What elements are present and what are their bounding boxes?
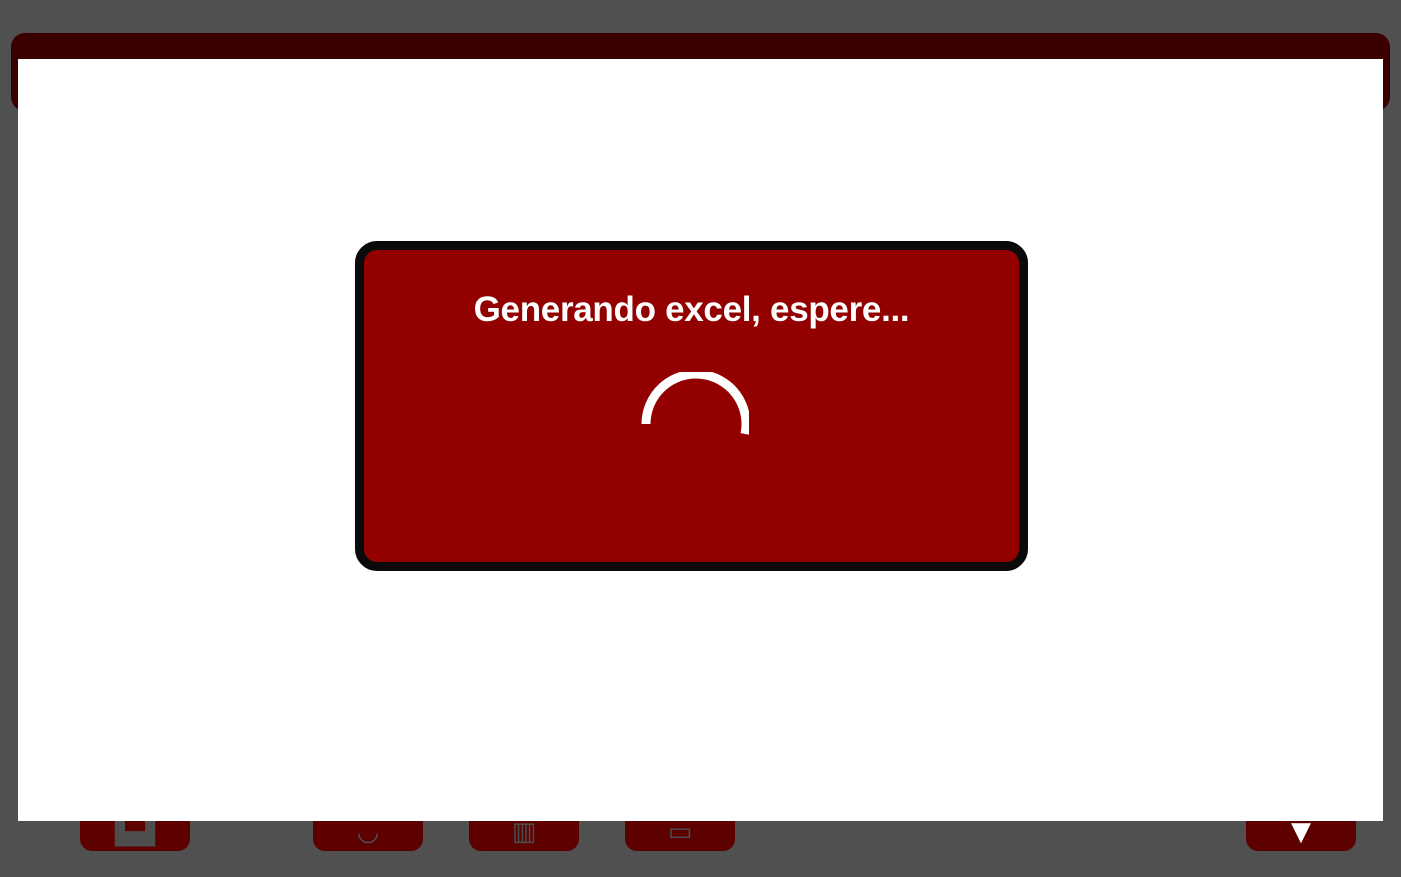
home-icon: ▙▟: [115, 817, 155, 847]
loading-spinner-icon: [641, 372, 749, 435]
columns-icon: ▥: [511, 817, 537, 847]
search-icon: ◡: [356, 817, 380, 847]
copy-icon: ▭: [667, 817, 693, 847]
loading-message: Generando excel, espere...: [473, 290, 910, 329]
chevron-down-icon: ▼: [1291, 817, 1311, 847]
loading-dialog: Generando excel, espere...: [355, 241, 1028, 571]
